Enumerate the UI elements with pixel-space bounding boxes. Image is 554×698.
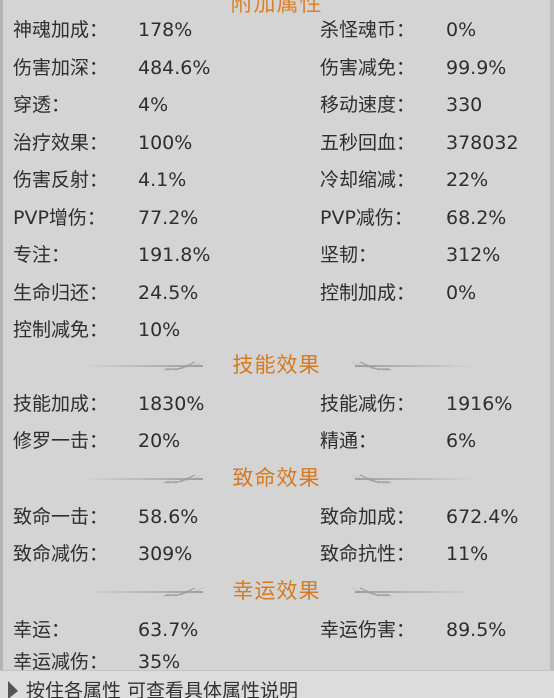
- attribute-label: 致命减伤：: [13, 543, 109, 565]
- attribute-label: 精通：: [320, 430, 378, 452]
- attribute-label: 控制减免：: [13, 319, 109, 341]
- attribute-row[interactable]: 幸运： 63.7% 幸运伤害： 89.5%: [3, 619, 550, 655]
- attribute-value: 6%: [446, 430, 477, 452]
- attribute-label: PVP增伤：: [13, 206, 106, 229]
- attribute-row[interactable]: 致命减伤： 309% 致命抗性： 11%: [3, 543, 550, 579]
- attribute-label: 神魂加成：: [13, 19, 109, 41]
- attribute-value: 11%: [446, 543, 489, 565]
- attribute-label: 致命一击：: [13, 506, 109, 528]
- attribute-value: 4.1%: [138, 169, 187, 191]
- attribute-value: 24.5%: [138, 281, 199, 304]
- attribute-label: 冷却缩减：: [320, 169, 416, 191]
- attribute-label: 坚韧：: [320, 244, 378, 266]
- attribute-value: 63.7%: [138, 619, 199, 641]
- attribute-label: 治疗效果：: [13, 131, 109, 154]
- attribute-label: 移动速度：: [320, 94, 416, 116]
- attribute-row[interactable]: 穿透： 4% 移动速度： 330: [3, 94, 550, 130]
- attribute-row[interactable]: 治疗效果： 100% 五秒回血： 378032: [3, 132, 550, 168]
- attribute-row[interactable]: 伤害加深： 484.6% 伤害减免： 99.9%: [3, 57, 550, 93]
- divider-line-right: [355, 478, 475, 480]
- attribute-row[interactable]: 生命归还： 24.5% 控制加成： 0%: [3, 282, 550, 318]
- attribute-label: 专注：: [13, 244, 71, 266]
- attribute-row[interactable]: 致命一击： 58.6% 致命加成： 672.4%: [3, 506, 550, 542]
- attribute-label: 技能减伤：: [320, 393, 416, 415]
- attribute-value: 309%: [138, 543, 193, 565]
- attribute-row[interactable]: 神魂加成： 178% 杀怪魂币： 0%: [3, 19, 550, 55]
- attribute-label: 杀怪魂币：: [320, 19, 416, 41]
- attribute-row[interactable]: 伤害反射： 4.1% 冷却缩减： 22%: [3, 169, 550, 205]
- section-header-top: 附加属性: [230, 0, 323, 17]
- attribute-label: 五秒回血：: [320, 131, 416, 154]
- divider-line-right: [355, 591, 475, 593]
- attribute-value: 330: [446, 94, 483, 116]
- attribute-value: 58.6%: [138, 506, 199, 528]
- attribute-label: 穿透：: [13, 94, 71, 116]
- attribute-label: PVP减伤：: [320, 206, 413, 229]
- attribute-row[interactable]: 技能加成： 1830% 技能减伤： 1916%: [3, 393, 550, 429]
- attribute-value: 10%: [138, 319, 181, 341]
- attribute-value: 312%: [446, 244, 501, 266]
- attribute-label: 伤害减免：: [320, 56, 416, 79]
- attribute-label: 伤害加深：: [13, 56, 109, 79]
- attribute-value: 20%: [138, 430, 181, 452]
- divider-line-right: [355, 365, 475, 367]
- attribute-label: 致命加成：: [320, 506, 416, 528]
- attribute-value: 0%: [446, 281, 477, 304]
- attribute-value: 22%: [446, 169, 489, 191]
- attribute-label: 控制加成：: [320, 281, 416, 304]
- attribute-panel: 附加属性 神魂加成： 178% 杀怪魂币： 0% 伤害加深： 484.6% 伤害减免： 99.…: [0, 0, 554, 670]
- attribute-value: 672.4%: [446, 506, 519, 528]
- attribute-label: 致命抗性：: [320, 543, 416, 565]
- attribute-value: 35%: [138, 651, 181, 670]
- attribute-value: 1916%: [446, 393, 513, 415]
- hint-bar: 按住各属性 可查看具体属性说明: [0, 670, 554, 698]
- attribute-label: 幸运：: [13, 619, 71, 641]
- attribute-value: 4%: [138, 94, 169, 116]
- attribute-value: 1830%: [138, 393, 205, 415]
- attribute-value: 99.9%: [446, 56, 507, 79]
- attribute-label: 幸运减伤：: [13, 651, 109, 670]
- attribute-row[interactable]: 专注： 191.8% 坚韧： 312%: [3, 244, 550, 280]
- attribute-row[interactable]: PVP增伤： 77.2% PVP减伤： 68.2%: [3, 207, 550, 243]
- attribute-value: 68.2%: [446, 206, 507, 229]
- attribute-value: 0%: [446, 19, 477, 41]
- attribute-label: 技能加成：: [13, 393, 109, 415]
- attribute-row[interactable]: 修罗一击： 20% 精通： 6%: [3, 430, 550, 466]
- triangle-indicator-icon: [8, 681, 18, 698]
- attribute-label: 伤害反射：: [13, 169, 109, 191]
- hint-text: 按住各属性 可查看具体属性说明: [26, 680, 299, 698]
- attribute-value: 77.2%: [138, 206, 199, 229]
- attribute-value: 89.5%: [446, 619, 507, 641]
- attribute-value: 178%: [138, 19, 193, 41]
- attribute-label: 修罗一击：: [13, 430, 109, 452]
- attribute-value: 484.6%: [138, 56, 211, 79]
- attribute-value: 191.8%: [138, 244, 211, 266]
- attribute-row[interactable]: 控制减免： 10%: [3, 319, 550, 355]
- attribute-label: 生命归还：: [13, 281, 109, 304]
- section-title-crit: 致命效果: [3, 465, 550, 495]
- attribute-value: 100%: [138, 131, 193, 154]
- section-title-skill: 技能效果: [3, 352, 550, 382]
- attribute-value: 378032: [446, 131, 519, 154]
- attribute-row[interactable]: 幸运减伤： 35%: [3, 651, 550, 670]
- section-title-luck: 幸运效果: [3, 578, 550, 608]
- attribute-label: 幸运伤害：: [320, 619, 416, 641]
